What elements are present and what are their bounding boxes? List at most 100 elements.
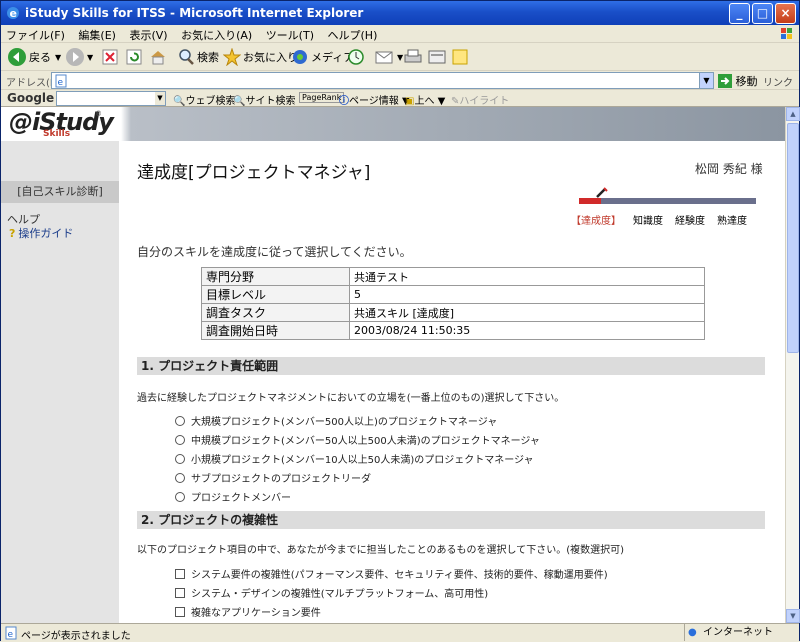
option-label: サブプロジェクトのプロジェクトリーダ bbox=[191, 474, 371, 485]
logo-subtitle: Skills bbox=[43, 129, 71, 139]
pagerank-indicator[interactable]: PageRank bbox=[299, 92, 345, 103]
scroll-up-button[interactable]: ▲ bbox=[786, 107, 800, 121]
page-title: 達成度[プロジェクトマネジャ] bbox=[137, 163, 371, 183]
step-knowledge: 知識度 bbox=[633, 216, 663, 227]
address-dropdown-button[interactable]: ▼ bbox=[699, 73, 713, 88]
menu-view[interactable]: 表示(V) bbox=[124, 25, 172, 45]
go-button[interactable]: 移動 bbox=[718, 73, 758, 89]
back-button[interactable]: 戻る ▼ bbox=[7, 46, 61, 68]
step-mastery: 熟達度 bbox=[717, 216, 747, 227]
registered-mark: ® bbox=[95, 110, 102, 118]
checkbox-option[interactable]: 複雑なアプリケーション要件 bbox=[175, 604, 321, 619]
zone-label: インターネット bbox=[703, 627, 773, 638]
back-label: 戻る bbox=[29, 51, 51, 64]
site-search-button[interactable]: 🔍サイト検索 bbox=[233, 92, 295, 107]
operation-guide-label: 操作ガイド bbox=[18, 227, 74, 240]
forward-button[interactable]: ▼ bbox=[65, 46, 93, 68]
forward-arrow-icon bbox=[66, 48, 84, 66]
radio-option[interactable]: 小規模プロジェクト(メンバー10人以上50人未満)のプロジェクトマネージャ bbox=[175, 451, 534, 466]
field-label: 調査タスク bbox=[201, 303, 350, 322]
menu-tools[interactable]: ツール(T) bbox=[261, 25, 319, 45]
radio-option[interactable]: プロジェクトメンバー bbox=[175, 489, 291, 504]
question-icon: ? bbox=[9, 226, 16, 240]
messenger-button[interactable] bbox=[451, 46, 471, 68]
checkbox-option[interactable]: システム・デザインの複雑性(マルチプラットフォーム、高可用性) bbox=[175, 585, 488, 600]
radio-button[interactable] bbox=[175, 472, 185, 483]
home-button[interactable] bbox=[149, 46, 169, 68]
menu-favorites[interactable]: お気に入り(A) bbox=[176, 25, 257, 45]
header-banner: @iStudy ® Skills bbox=[1, 107, 785, 141]
media-icon bbox=[293, 50, 307, 64]
stop-button[interactable] bbox=[101, 46, 121, 68]
up-button[interactable]: ▣上へ ▼ bbox=[405, 92, 445, 107]
self-diagnosis-link[interactable]: [自己スキル診断] bbox=[1, 181, 119, 203]
operation-guide-link[interactable]: ? 操作ガイド bbox=[9, 225, 73, 241]
security-zone: ● インターネット bbox=[684, 624, 773, 641]
radio-button[interactable] bbox=[175, 453, 185, 464]
history-button[interactable] bbox=[347, 46, 367, 68]
up-label: 上へ bbox=[414, 96, 435, 107]
minimize-button[interactable]: _ bbox=[729, 3, 750, 24]
step-indicator: 【達成度】 知識度 経験度 熟達度 bbox=[571, 212, 747, 227]
user-name: 松岡 秀紀 様 bbox=[695, 162, 763, 176]
vertical-scrollbar[interactable]: ▲ ▼ bbox=[785, 107, 800, 623]
radio-option[interactable]: 大規模プロジェクト(メンバー500人以上)のプロジェクトマネージャ bbox=[175, 413, 497, 428]
step-experience: 経験度 bbox=[675, 216, 705, 227]
back-arrow-icon bbox=[8, 48, 26, 66]
option-label: システム・デザインの複雑性(マルチプラットフォーム、高可用性) bbox=[191, 589, 489, 600]
highlight-button[interactable]: ✎ハイライト bbox=[451, 92, 509, 107]
close-button[interactable]: × bbox=[775, 3, 796, 24]
binoculars-icon: 🔍 bbox=[173, 96, 186, 107]
address-bar: アドレス(D) e ▼ 移動 リンク bbox=[1, 71, 799, 90]
refresh-button[interactable] bbox=[125, 46, 145, 68]
print-icon bbox=[404, 49, 422, 63]
search-button[interactable]: 検索 bbox=[177, 46, 219, 68]
menu-bar: ファイル(F) 編集(E) 表示(V) お気に入り(A) ツール(T) ヘルプ(… bbox=[1, 25, 799, 43]
table-row: 調査タスク 共通スキル [達成度] bbox=[201, 303, 705, 322]
field-label: 目標レベル bbox=[201, 285, 350, 304]
google-logo[interactable]: Google bbox=[7, 91, 54, 105]
checkbox[interactable] bbox=[175, 606, 185, 617]
table-row: 専門分野 共通テスト bbox=[201, 267, 705, 286]
scroll-down-button[interactable]: ▼ bbox=[786, 609, 800, 623]
checkbox[interactable] bbox=[175, 587, 185, 598]
favorites-button[interactable]: お気に入り bbox=[223, 46, 298, 68]
page-info-button[interactable]: ⓘページ情報 ▼ bbox=[339, 92, 410, 107]
svg-text:e: e bbox=[10, 7, 17, 20]
address-input[interactable]: e ▼ bbox=[51, 72, 714, 89]
links-button[interactable]: リンク bbox=[763, 74, 793, 89]
google-dropdown-button[interactable]: ▼ bbox=[155, 92, 165, 105]
option-label: 中規模プロジェクト(メンバー50人以上500人未満)のプロジェクトマネージャ bbox=[191, 436, 540, 447]
section-heading: 2. プロジェクトの複雑性 bbox=[137, 511, 765, 529]
radio-button[interactable] bbox=[175, 491, 185, 502]
radio-button[interactable] bbox=[175, 434, 185, 445]
menu-help[interactable]: ヘルプ(H) bbox=[323, 25, 383, 45]
go-label: 移動 bbox=[735, 75, 758, 88]
web-search-button[interactable]: 🔍ウェブ検索 bbox=[173, 92, 235, 107]
google-toolbar: Google ▼ 🔍ウェブ検索 🔍サイト検索 PageRank ⓘページ情報 ▼… bbox=[1, 90, 799, 107]
field-value: 共通テスト bbox=[349, 267, 705, 286]
maximize-button[interactable]: □ bbox=[752, 3, 773, 24]
stop-icon bbox=[102, 49, 118, 65]
menu-file[interactable]: ファイル(F) bbox=[1, 25, 70, 45]
media-button[interactable]: メディア bbox=[291, 46, 354, 68]
menu-edit[interactable]: 編集(E) bbox=[73, 25, 121, 45]
edit-button[interactable] bbox=[427, 46, 449, 68]
checkbox-option[interactable]: システム要件の複雑性(パフォーマンス要件、セキュリティ要件、技術的要件、稼動運用… bbox=[175, 566, 608, 581]
page-info-label: ページ情報 bbox=[349, 96, 399, 107]
question-text: 以下のプロジェクト項目の中で、あなたが今までに担当したことのあるものを選択して下… bbox=[137, 545, 625, 556]
google-search-input[interactable]: ▼ bbox=[56, 91, 166, 106]
print-button[interactable] bbox=[403, 46, 425, 68]
radio-button[interactable] bbox=[175, 415, 185, 426]
scroll-thumb[interactable] bbox=[787, 123, 799, 353]
field-label: 調査開始日時 bbox=[201, 321, 350, 340]
mail-button[interactable]: ▼ bbox=[375, 46, 403, 68]
title-bar: e iStudy Skills for ITSS - Microsoft Int… bbox=[1, 1, 799, 25]
radio-option[interactable]: 中規模プロジェクト(メンバー50人以上500人未満)のプロジェクトマネージャ bbox=[175, 432, 540, 447]
windows-flag-icon bbox=[781, 28, 792, 39]
radio-option[interactable]: サブプロジェクトのプロジェクトリーダ bbox=[175, 470, 371, 485]
page-done-icon: e bbox=[5, 626, 17, 640]
search-icon bbox=[179, 49, 194, 65]
star-icon bbox=[223, 48, 241, 66]
checkbox[interactable] bbox=[175, 568, 185, 579]
